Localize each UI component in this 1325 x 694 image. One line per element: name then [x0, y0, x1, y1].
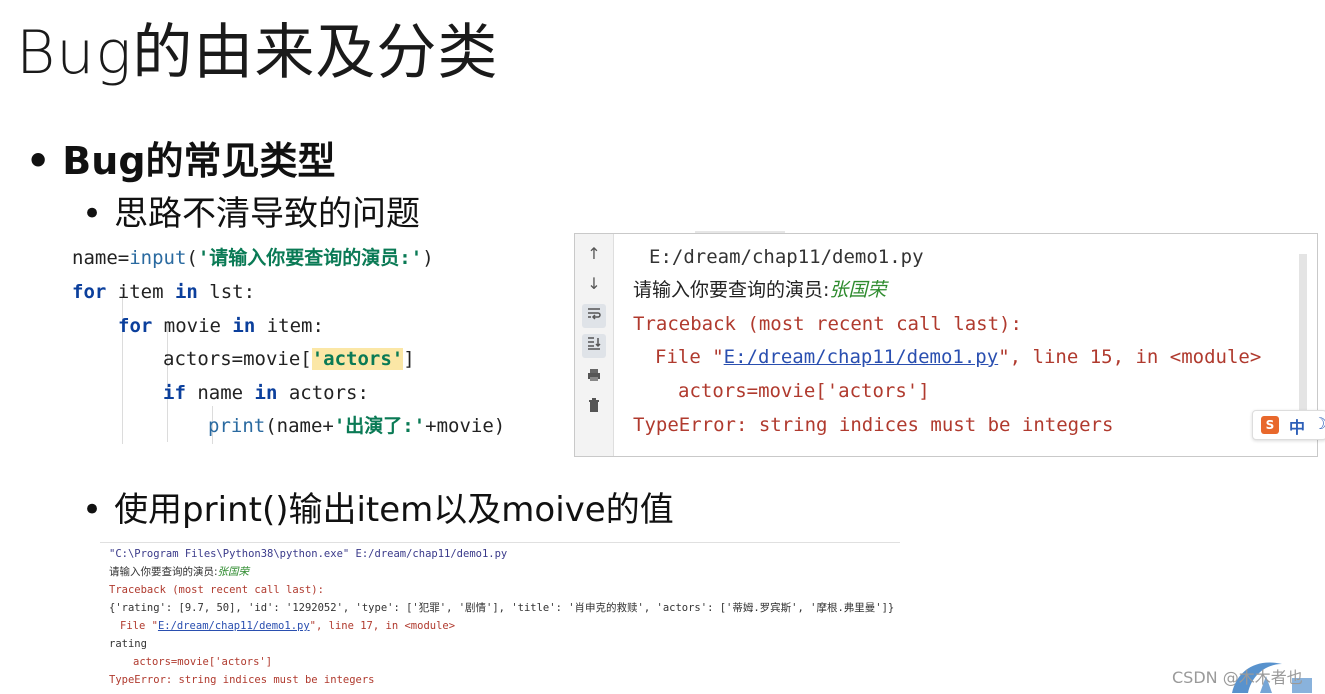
console-traceback: Traceback (most recent call last): — [633, 313, 1022, 335]
console-error: TypeError: string indices must be intege… — [633, 414, 1114, 436]
bullet-dot: • — [26, 139, 51, 183]
moon-icon: ☽ — [1313, 414, 1325, 433]
soft-wrap-icon[interactable] — [582, 304, 606, 328]
console-output-2: "C:\Program Files\Python38\python.exe" E… — [100, 542, 900, 694]
bullet-sub-2-text: 使用print()输出item以及moive的值 — [114, 490, 674, 530]
bullet-dot: • — [82, 194, 103, 234]
console2-traceback: Traceback (most recent call last): — [109, 584, 324, 596]
bullet-main-text: Bug的常见类型 — [62, 139, 336, 183]
bullet-sub-2: • 使用print()输出item以及moive的值 — [82, 482, 674, 531]
console-tab-strip — [695, 231, 785, 233]
scroll-to-end-icon[interactable] — [582, 334, 606, 358]
ime-indicator[interactable]: S 中 ☽ — [1252, 410, 1325, 440]
console-toolbar: ↑ ↓ — [575, 234, 614, 456]
bullet-main: • Bug的常见类型 — [26, 130, 336, 185]
slide-title: Bug的由来及分类 — [16, 18, 499, 88]
code-line-2: for item in lst: — [72, 281, 256, 303]
code-line-1: name=input('请输入你要查询的演员:') — [72, 247, 434, 269]
console2-prompt-line: 请输入你要查询的演员:张国荣 — [109, 566, 250, 578]
console-file-link[interactable]: E:/dream/chap11/demo1.py — [724, 346, 999, 368]
console2-rating: rating — [109, 638, 147, 650]
code-line-6: print(name+'出演了:'+movie) — [208, 415, 506, 437]
ime-logo-icon: S — [1261, 416, 1279, 434]
console-prompt-line: 请输入你要查询的演员:张国荣 — [633, 279, 887, 301]
bullet-dot: • — [82, 490, 103, 530]
console2-file-link[interactable]: E:/dream/chap11/demo1.py — [158, 620, 310, 632]
ime-mode: 中 — [1289, 418, 1306, 437]
bullet-sub-1: • 思路不清导致的问题 — [82, 186, 420, 235]
trash-icon[interactable] — [582, 396, 606, 420]
run-console: ↑ ↓ E:/dream/chap11/demo1.py 请输入你要查询的演员:… — [574, 231, 1318, 457]
code-line-3: for movie in item: — [118, 315, 324, 337]
console-scrollbar[interactable] — [1299, 254, 1307, 424]
code-snippet: name=input('请输入你要查询的演员:') for item in ls… — [62, 238, 562, 448]
watermark: CSDN @木木者也 — [1172, 668, 1303, 687]
console2-code-line: actors=movie['actors'] — [133, 656, 273, 668]
console2-file-line: File "E:/dream/chap11/demo1.py", line 17… — [120, 620, 456, 632]
console-file-line: File "E:/dream/chap11/demo1.py", line 15… — [655, 346, 1262, 368]
arrow-down-icon[interactable]: ↓ — [582, 272, 606, 296]
code-line-5: if name in actors: — [163, 382, 369, 404]
console-path: E:/dream/chap11/demo1.py — [649, 246, 924, 268]
console2-dict-line: {'rating': [9.7, 50], 'id': '1292052', '… — [109, 602, 895, 614]
arrow-up-icon[interactable]: ↑ — [582, 242, 606, 266]
console2-error: TypeError: string indices must be intege… — [109, 674, 375, 686]
console-code-line: actors=movie['actors'] — [678, 380, 930, 402]
code-line-4: actors=movie['actors'] — [163, 348, 415, 370]
console2-command: "C:\Program Files\Python38\python.exe" E… — [109, 548, 508, 560]
print-icon[interactable] — [582, 366, 606, 390]
bullet-sub-1-text: 思路不清导致的问题 — [114, 194, 421, 234]
